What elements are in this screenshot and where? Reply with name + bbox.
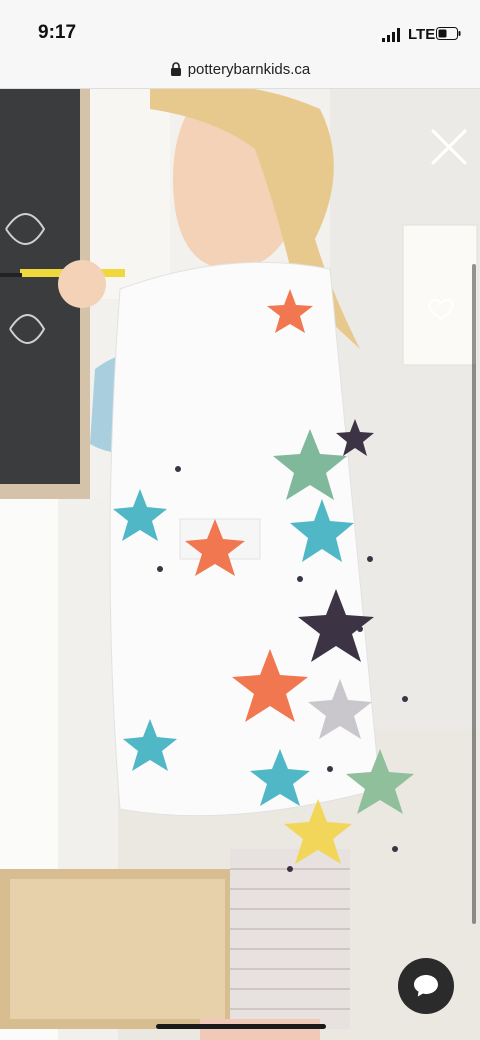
chat-button[interactable] [398,958,454,1014]
chat-bubble-icon [414,975,438,997]
url-text: potterybarnkids.ca [187,60,311,78]
network-type: LTE [408,26,436,43]
close-icon[interactable] [430,128,468,166]
product-photo [0,89,480,1040]
address-bar[interactable]: potterybarnkids.ca [0,59,480,79]
heart-icon[interactable] [428,298,454,322]
battery-icon [436,27,461,40]
status-bar: 9:17 LTE potterybarnkids.ca [0,0,480,89]
status-time: 9:17 [38,22,77,43]
cellular-signal-icon [382,28,400,42]
scrollbar[interactable] [472,264,476,924]
home-indicator [156,1024,326,1029]
lock-icon [170,62,181,76]
